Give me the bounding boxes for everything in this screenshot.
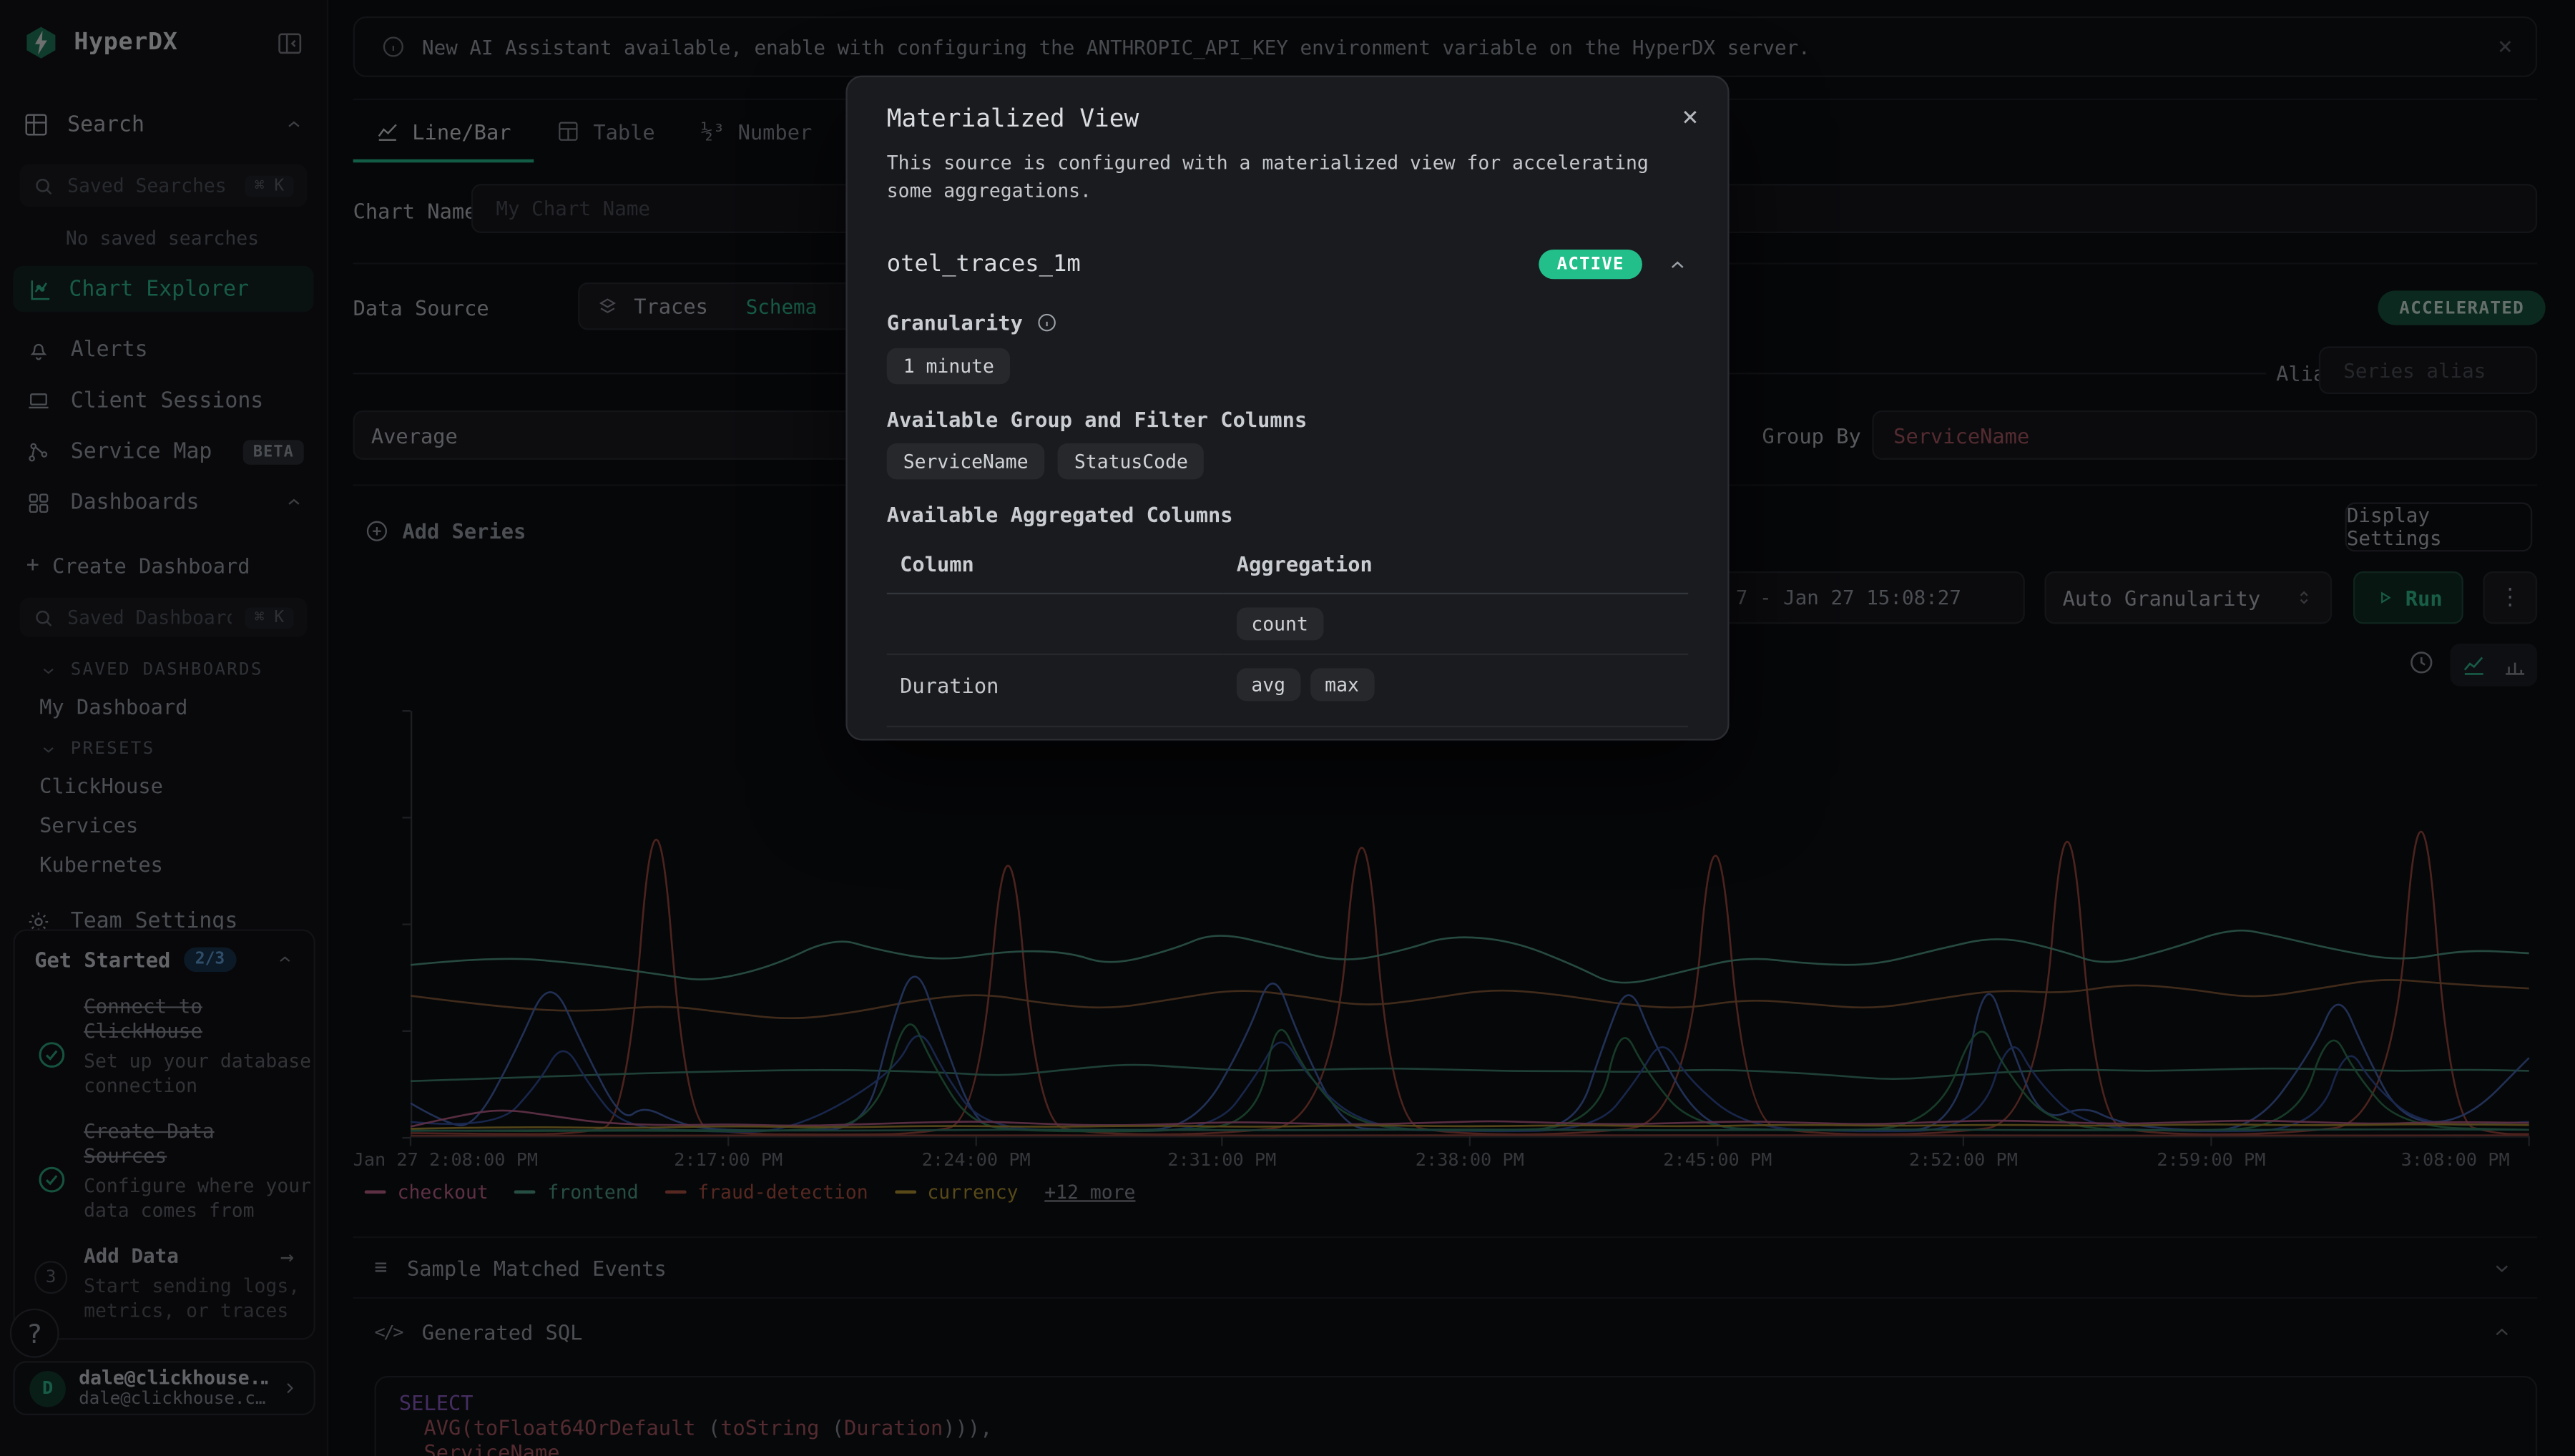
filter-column-chip: ServiceName [887, 443, 1045, 480]
view-name: otel_traces_1m [887, 251, 1539, 277]
screen: HyperDX Search ⌘ K No saved searches Cha… [0, 0, 2575, 1456]
hyperdx-app: HyperDX Search ⌘ K No saved searches Cha… [0, 0, 2575, 1456]
modal-bottom-divider [887, 726, 1688, 727]
aggregation-header: Aggregation [1223, 551, 1688, 594]
status-badge: ACTIVE [1539, 250, 1642, 279]
filter-column-chip: StatusCode [1058, 443, 1205, 480]
table-row: count [887, 594, 1688, 654]
granularity-label-row: Granularity [887, 310, 1688, 333]
aggregation-chip: count [1237, 607, 1323, 640]
aggregated-table-body: count Durationavgmax [887, 594, 1688, 714]
modal-title: Materialized View [887, 104, 1688, 133]
info-icon[interactable] [1036, 311, 1057, 333]
chevron-up-icon [1667, 254, 1688, 275]
materialized-view-accordion[interactable]: otel_traces_1m ACTIVE [887, 248, 1688, 281]
close-icon[interactable]: ✕ [1682, 100, 1698, 132]
aggregated-columns-table: Column Aggregation count Durationavgmax [887, 551, 1688, 714]
modal-description: This source is configured with a materia… [887, 149, 1695, 205]
granularity-chip: 1 minute [887, 348, 1011, 385]
aggregation-chip: avg [1237, 668, 1300, 701]
aggregated-columns-label: Available Aggregated Columns [887, 503, 1688, 526]
column-header: Column [887, 551, 1224, 594]
group-filter-label: Available Group and Filter Columns [887, 407, 1688, 430]
materialized-view-modal: Materialized View ✕ This source is confi… [845, 76, 1729, 741]
group-filter-chips: ServiceName StatusCode [887, 443, 1688, 480]
table-row: Durationavgmax [887, 654, 1688, 714]
aggregation-chip: max [1310, 668, 1374, 701]
granularity-chip-row: 1 minute [887, 348, 1688, 385]
granularity-label: Granularity [887, 310, 1023, 334]
